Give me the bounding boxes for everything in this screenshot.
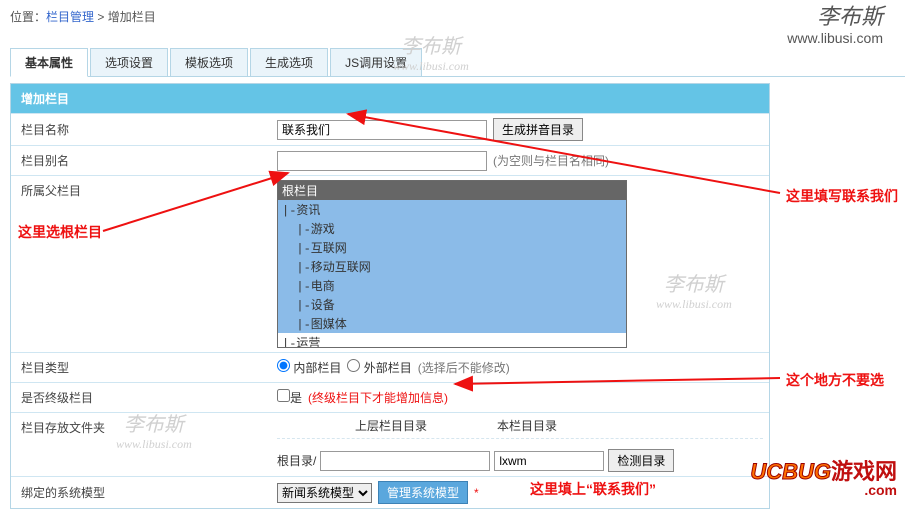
- radio-external-wrap[interactable]: 外部栏目: [347, 359, 411, 376]
- parent-column-listbox[interactable]: 根栏目|-资讯 |-游戏 |-互联网 |-移动互联网 |-电商 |-设备 |-图…: [277, 180, 627, 348]
- tab-js[interactable]: JS调用设置: [330, 48, 422, 76]
- annotation-dont-check: 这个地方不要选: [786, 370, 884, 390]
- brand-cn: 李布斯: [787, 4, 883, 30]
- listbox-item-2[interactable]: |-游戏: [278, 219, 626, 238]
- listbox-item-3[interactable]: |-互联网: [278, 238, 626, 257]
- annotation-fill-contact: 这里填写联系我们: [786, 186, 898, 206]
- tab-template[interactable]: 模板选项: [170, 48, 248, 76]
- breadcrumb-parent[interactable]: 栏目管理: [46, 10, 94, 24]
- radio-internal[interactable]: [277, 359, 290, 372]
- listbox-item-5[interactable]: |-电商: [278, 276, 626, 295]
- self-dir-input[interactable]: [494, 451, 604, 471]
- brand-logo: 李布斯 www.libusi.com: [787, 4, 895, 46]
- brand-en: www.libusi.com: [787, 30, 883, 46]
- breadcrumb-current: 增加栏目: [108, 10, 156, 24]
- check-dir-button[interactable]: 检测目录: [608, 449, 674, 472]
- label-system-model: 绑定的系统模型: [11, 478, 271, 507]
- label-is-final: 是否终级栏目: [11, 383, 271, 412]
- panel-title: 增加栏目: [11, 84, 769, 113]
- tab-generate[interactable]: 生成选项: [250, 48, 328, 76]
- dir-header-self: 本栏目目录: [457, 417, 597, 434]
- manage-model-button[interactable]: 管理系统模型: [378, 481, 468, 504]
- final-hint: (终级栏目下才能增加信息): [308, 389, 448, 406]
- ucbug-watermark: UCBUG游戏网 .com: [750, 454, 897, 498]
- label-store-dir: 栏目存放文件夹: [11, 413, 271, 442]
- radio-internal-wrap[interactable]: 内部栏目: [277, 359, 341, 376]
- alias-hint: (为空则与栏目名相同): [493, 152, 609, 169]
- label-parent-column: 所属父栏目: [11, 176, 271, 205]
- radio-internal-label: 内部栏目: [293, 361, 341, 375]
- label-column-name: 栏目名称: [11, 115, 271, 144]
- listbox-item-6[interactable]: |-设备: [278, 295, 626, 314]
- label-column-alias: 栏目别名: [11, 146, 271, 175]
- tab-basic[interactable]: 基本属性: [10, 48, 88, 77]
- form-panel: 增加栏目 栏目名称 生成拼音目录 栏目别名 (为空则与栏目名相同) 所属父栏目 …: [10, 83, 770, 509]
- radio-external-label: 外部栏目: [364, 361, 412, 375]
- listbox-item-1[interactable]: |-资讯: [278, 200, 626, 219]
- parent-dir-input[interactable]: [320, 451, 490, 471]
- listbox-item-8[interactable]: |-运营: [278, 333, 626, 348]
- tab-strip: 基本属性 选项设置 模板选项 生成选项 JS调用设置: [10, 48, 905, 77]
- radio-external[interactable]: [347, 359, 360, 372]
- listbox-item-0[interactable]: 根栏目: [278, 181, 626, 200]
- label-column-type: 栏目类型: [11, 353, 271, 382]
- tab-options[interactable]: 选项设置: [90, 48, 168, 76]
- dir-header-parent: 上层栏目目录: [277, 417, 457, 434]
- generate-pinyin-button[interactable]: 生成拼音目录: [493, 118, 583, 141]
- dir-root-label: 根目录/: [277, 452, 316, 469]
- column-alias-input[interactable]: [277, 151, 487, 171]
- listbox-item-7[interactable]: |-图媒体: [278, 314, 626, 333]
- final-checkbox-label: 是: [290, 391, 302, 405]
- breadcrumb-sep: >: [94, 10, 108, 24]
- breadcrumb-prefix: 位置：: [10, 10, 46, 24]
- listbox-item-4[interactable]: |-移动互联网: [278, 257, 626, 276]
- final-checkbox-wrap[interactable]: 是: [277, 389, 302, 406]
- system-model-select[interactable]: 新闻系统模型: [277, 483, 372, 503]
- column-name-input[interactable]: [277, 120, 487, 140]
- required-star: *: [474, 486, 479, 500]
- final-checkbox[interactable]: [277, 389, 290, 402]
- type-hint: (选择后不能修改): [418, 359, 510, 376]
- breadcrumb: 位置：栏目管理 > 增加栏目: [10, 4, 156, 25]
